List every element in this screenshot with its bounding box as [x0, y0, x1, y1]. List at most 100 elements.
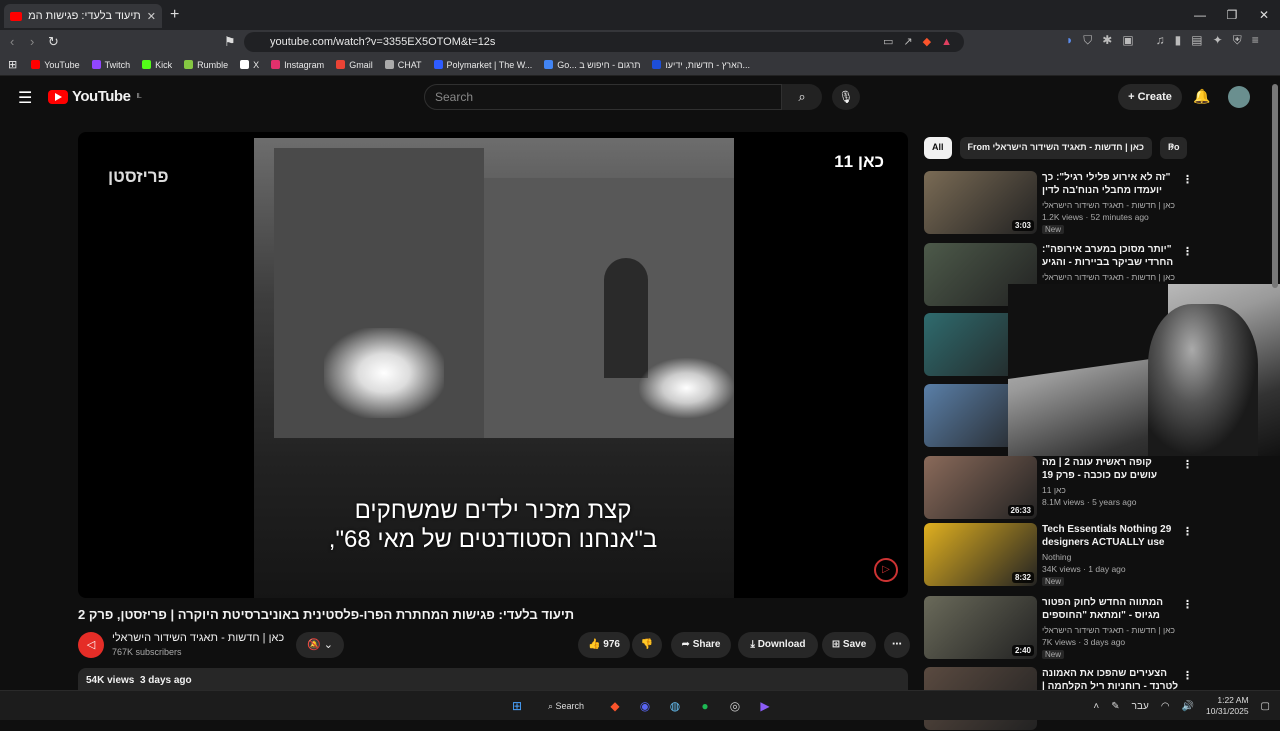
- cast-icon[interactable]: ▭: [883, 32, 893, 52]
- vpn-icon[interactable]: ⛨: [1233, 33, 1242, 48]
- wifi-icon[interactable]: ◠: [1161, 701, 1170, 712]
- video-thumbnail[interactable]: 8:32: [924, 523, 1037, 586]
- language-indicator[interactable]: עבר: [1132, 701, 1149, 712]
- filter-chip[interactable]: From כאן | חדשות - תאגיד השידור הישראלי: [959, 137, 1152, 159]
- media-player-icon[interactable]: ▶: [754, 695, 776, 717]
- wallet-icon[interactable]: ▤: [1191, 33, 1202, 48]
- bookmark-item[interactable]: Rumble: [184, 60, 228, 70]
- maximize-button[interactable]: ❐: [1216, 0, 1248, 30]
- sidebar-icon[interactable]: ▮: [1175, 33, 1182, 48]
- minimize-button[interactable]: —: [1184, 0, 1216, 30]
- search-input[interactable]: Search: [424, 84, 782, 110]
- bookmark-label: Gmail: [349, 59, 373, 70]
- reload-icon[interactable]: ↻: [48, 34, 59, 50]
- recommended-title: קופה ראשית עונה 2 | מה עושים עם כוכבה - …: [1042, 457, 1158, 481]
- back-arrow-icon[interactable]: ‹: [10, 34, 14, 49]
- close-window-button[interactable]: ✕: [1248, 0, 1280, 30]
- share-icon[interactable]: ↗: [903, 32, 912, 52]
- url-field[interactable]: youtube.com/watch?v=3355EX5OTOM&t=12s ▭ …: [244, 32, 964, 52]
- taskbar-search[interactable]: ⌕ Search: [536, 695, 596, 717]
- translate-icon[interactable]: ◗: [1066, 33, 1073, 48]
- windows-start-icon[interactable]: ⊞: [506, 695, 528, 717]
- bookmark-item[interactable]: הארץ - חדשות, ידיעו...: [652, 60, 750, 70]
- notification-icon[interactable]: ▢: [1261, 701, 1270, 712]
- search-button[interactable]: ⌕: [782, 84, 822, 110]
- recommended-video[interactable]: 8:32 29 Tech Essentials Nothing designers…: [924, 523, 1196, 587]
- browser-tab[interactable]: תיעוד בלעדי: פגישות המחתרת ✕: [4, 4, 162, 28]
- hamburger-menu-icon[interactable]: ☰: [18, 88, 32, 108]
- recommended-meta: 7K views · 3 days ago: [1042, 637, 1126, 647]
- more-options-icon[interactable]: ⋮: [1182, 669, 1193, 682]
- video-player[interactable]: פריזסטן כאן 11 קצת מזכיר ילדים שמשחקים ב…: [78, 132, 908, 598]
- bookmark-item[interactable]: Kick: [142, 60, 172, 70]
- more-options-icon[interactable]: ⋮: [1182, 173, 1193, 186]
- more-options-icon[interactable]: ⋮: [1182, 245, 1193, 258]
- recommended-video[interactable]: 3:03 "זה לא אירוע פלילי רגיל": כך יועמדו …: [924, 171, 1196, 235]
- download-button[interactable]: ⤓ Download: [738, 632, 818, 658]
- save-button[interactable]: ⊞ Save: [822, 632, 876, 658]
- brave-shield-icon[interactable]: ◆: [923, 32, 931, 52]
- shield-icon[interactable]: ⛉: [1083, 33, 1092, 48]
- volume-icon[interactable]: 🔊: [1182, 701, 1194, 712]
- bookmark-favicon-icon: [31, 60, 41, 69]
- music-icon[interactable]: ♫: [1156, 33, 1165, 48]
- bookmark-favicon-icon: [544, 60, 554, 69]
- more-options-icon[interactable]: ⋮: [1182, 525, 1193, 538]
- chevron-up-icon[interactable]: ˄: [1093, 701, 1099, 712]
- ai-icon[interactable]: ✦: [1213, 33, 1223, 48]
- bookmark-item[interactable]: Instagram: [271, 60, 324, 70]
- app-icon[interactable]: ◎: [724, 695, 746, 717]
- discord-icon[interactable]: ◉: [634, 695, 656, 717]
- youtube-logo[interactable]: YouTube IL: [48, 88, 142, 105]
- like-button[interactable]: 👍 976: [578, 632, 630, 658]
- channel-avatar[interactable]: ◁: [78, 632, 104, 658]
- account-avatar[interactable]: [1228, 86, 1250, 108]
- new-tab-button[interactable]: +: [170, 6, 179, 24]
- page-scrollbar[interactable]: [1272, 84, 1278, 288]
- bookmark-item[interactable]: Go... תרגום - חיפוש ב: [544, 60, 640, 70]
- subtitle-line-2: ב"אנחנו הסטודנטים של מאי 68",: [328, 526, 658, 553]
- create-button[interactable]: + Create: [1118, 84, 1182, 110]
- steam-icon[interactable]: ◍: [664, 695, 686, 717]
- channel-name[interactable]: כאן | חדשות - תאגיד השידור הישראלי: [112, 632, 284, 644]
- voice-search-button[interactable]: 🎙: [832, 84, 860, 110]
- screenshot-icon[interactable]: ▣: [1122, 33, 1133, 48]
- forward-arrow-icon[interactable]: ›: [30, 34, 34, 49]
- bookmark-item[interactable]: CHAT: [384, 60, 422, 70]
- tab-close-icon[interactable]: ✕: [147, 10, 156, 23]
- autoplay-toggle-icon[interactable]: ▷: [874, 558, 898, 582]
- apps-grid-icon[interactable]: ⊞: [8, 58, 17, 71]
- spotify-icon[interactable]: ●: [694, 695, 716, 717]
- youtube-favicon-icon: [10, 11, 22, 21]
- pen-icon[interactable]: ✎: [1111, 701, 1119, 712]
- description-box[interactable]: 54K views 3 days ago: [78, 668, 908, 690]
- notification-bell-button[interactable]: 🔕 ⌄: [296, 632, 344, 658]
- bookmark-item[interactable]: Polymarket | The W...: [433, 60, 532, 70]
- more-options-icon[interactable]: ⋮: [1182, 598, 1193, 611]
- recommended-video[interactable]: 2:40 המתווה החדש לחוק הפטור מגיוס - "ומתא…: [924, 596, 1196, 660]
- puzzle-icon[interactable]: ✱: [1102, 33, 1112, 48]
- bookmark-item[interactable]: X: [240, 60, 259, 70]
- dislike-button[interactable]: 👎: [632, 632, 662, 658]
- share-button[interactable]: ➦ Share: [671, 632, 731, 658]
- bookmark-item[interactable]: Gmail: [336, 60, 373, 70]
- bookmark-item[interactable]: Twitch: [91, 60, 130, 70]
- window-controls: — ❐ ✕: [1184, 0, 1280, 30]
- video-thumbnail[interactable]: 3:03: [924, 171, 1037, 234]
- filter-chip[interactable]: All: [924, 137, 952, 159]
- more-actions-button[interactable]: ⋯: [884, 632, 910, 658]
- brave-rewards-icon[interactable]: ▲: [941, 32, 952, 52]
- video-thumbnail[interactable]: 2:40: [924, 596, 1037, 659]
- video-thumbnail[interactable]: 26:33: [924, 456, 1037, 519]
- bookmark-item[interactable]: YouTube: [31, 60, 80, 70]
- subtitle-line-1: קצת מזכיר ילדים שמשחקים: [354, 497, 632, 524]
- notifications-bell-icon[interactable]: 🔔: [1193, 88, 1210, 105]
- brave-browser-icon[interactable]: ◆: [604, 695, 626, 717]
- menu-icon[interactable]: ≡: [1252, 33, 1259, 48]
- view-count: 54K views: [86, 675, 135, 686]
- more-options-icon[interactable]: ⋮: [1182, 458, 1193, 471]
- recommended-video[interactable]: 26:33 קופה ראשית עונה 2 | מה עושים עם כוכ…: [924, 456, 1196, 520]
- clock[interactable]: 1:22 AM 10/31/2025: [1206, 695, 1249, 717]
- bookmark-icon[interactable]: ⚑: [224, 34, 236, 50]
- chevron-right-icon[interactable]: ›: [1170, 140, 1174, 154]
